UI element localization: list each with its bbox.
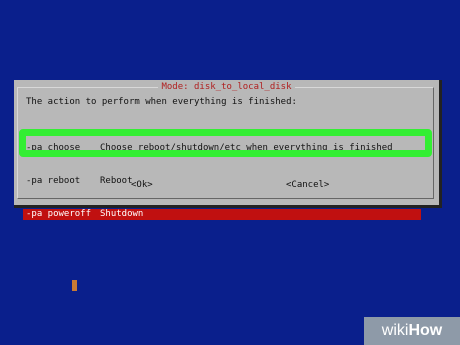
clonezilla-dialog: Mode: disk_to_local_disk The action to p… (14, 80, 442, 220)
dialog-title: Mode: disk_to_local_disk (14, 82, 439, 93)
dialog-title-text: Mode: disk_to_local_disk (158, 82, 295, 92)
watermark-how: How (408, 322, 443, 339)
menu-item-description: Shutdown (100, 209, 144, 219)
terminal-cursor (72, 280, 77, 291)
action-menu: -pa choose Choose reboot/shutdown/etc wh… (23, 121, 434, 242)
menu-item-reboot[interactable]: -pa reboot Reboot (26, 176, 434, 187)
wikihow-watermark: wikiHow (364, 317, 460, 345)
menu-item-tag: -pa choose (26, 143, 81, 153)
menu-item-description: Reboot (100, 176, 133, 186)
ok-button[interactable]: <Ok> (131, 180, 153, 191)
menu-item-choose[interactable]: -pa choose Choose reboot/shutdown/etc wh… (26, 143, 434, 154)
menu-item-poweroff[interactable]: -pa poweroff Shutdown (23, 209, 421, 220)
watermark-wiki: wiki (381, 322, 409, 339)
dialog-prompt: The action to perform when everything is… (26, 97, 297, 107)
menu-item-description: Choose reboot/shutdown/etc when everythi… (100, 143, 393, 153)
menu-item-tag: -pa poweroff (26, 209, 92, 219)
cancel-button[interactable]: <Cancel> (286, 180, 329, 191)
menu-item-tag: -pa reboot (26, 176, 81, 186)
